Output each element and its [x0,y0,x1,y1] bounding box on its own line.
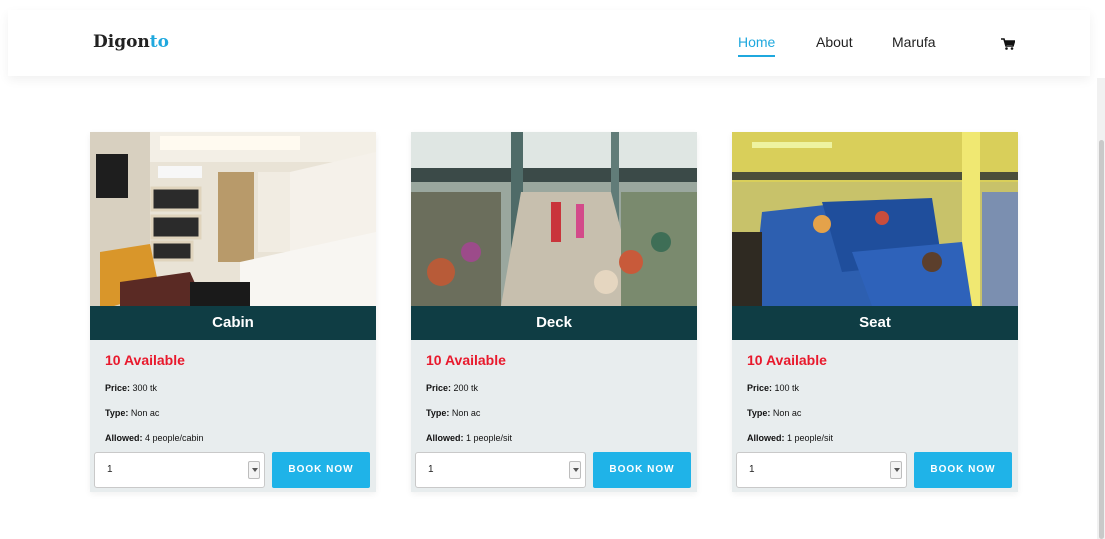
price-label: Price: [105,383,131,393]
cabin-photo [90,132,376,306]
price-value: 200 tk [451,383,479,393]
price-value: 100 tk [772,383,800,393]
allowed-label: Allowed: [747,433,785,443]
allowed-info: Allowed: 1 people/sit [747,433,833,443]
cart-icon[interactable] [1001,38,1015,50]
price-info: Price: 300 tk [105,383,157,393]
card-deck: Deck 10 Available Price: 200 tk Type: No… [411,132,697,492]
card-title: Cabin [90,306,376,340]
type-value: Non ac [449,408,481,418]
type-info: Type: Non ac [426,408,480,418]
card-title: Seat [732,306,1018,340]
quantity-select[interactable]: 1 [94,452,265,488]
chevron-down-icon[interactable] [890,461,902,479]
book-now-button[interactable]: BOOK NOW [593,452,691,488]
nav-about[interactable]: About [816,34,853,50]
allowed-info: Allowed: 1 people/sit [426,433,512,443]
quantity-value: 1 [428,464,434,475]
quantity-value: 1 [107,464,113,475]
price-info: Price: 100 tk [747,383,799,393]
navbar: Digonto Home About Marufa [8,10,1090,76]
type-value: Non ac [770,408,802,418]
brand-text: Digon [93,32,150,52]
allowed-value: 4 people/cabin [142,433,204,443]
allowed-info: Allowed: 4 people/cabin [105,433,204,443]
availability-text: 10 Available [426,352,506,368]
allowed-label: Allowed: [105,433,143,443]
allowed-value: 1 people/sit [463,433,513,443]
type-value: Non ac [128,408,160,418]
scrollbar-thumb[interactable] [1099,140,1104,539]
price-label: Price: [747,383,773,393]
book-now-button[interactable]: BOOK NOW [272,452,370,488]
availability-text: 10 Available [105,352,185,368]
allowed-label: Allowed: [426,433,464,443]
allowed-value: 1 people/sit [784,433,834,443]
type-info: Type: Non ac [105,408,159,418]
card-title: Deck [411,306,697,340]
card-seat: Seat 10 Available Price: 100 tk Type: No… [732,132,1018,492]
quantity-value: 1 [749,464,755,475]
seat-photo [732,132,1018,306]
type-label: Type: [747,408,771,418]
type-label: Type: [105,408,129,418]
quantity-select[interactable]: 1 [736,452,907,488]
availability-text: 10 Available [747,352,827,368]
brand-text-accent: to [149,32,169,52]
page: Digonto Home About Marufa Cabin 10 Avail… [0,0,1105,539]
deck-photo [411,132,697,306]
nav-user[interactable]: Marufa [892,34,936,50]
chevron-down-icon[interactable] [569,461,581,479]
nav-home[interactable]: Home [738,34,776,57]
type-label: Type: [426,408,450,418]
book-now-button[interactable]: BOOK NOW [914,452,1012,488]
type-info: Type: Non ac [747,408,801,418]
card-cabin: Cabin 10 Available Price: 300 tk Type: N… [90,132,376,492]
price-value: 300 tk [130,383,158,393]
chevron-down-icon[interactable] [248,461,260,479]
quantity-select[interactable]: 1 [415,452,586,488]
brand-logo[interactable]: Digonto [93,32,169,52]
price-label: Price: [426,383,452,393]
price-info: Price: 200 tk [426,383,478,393]
